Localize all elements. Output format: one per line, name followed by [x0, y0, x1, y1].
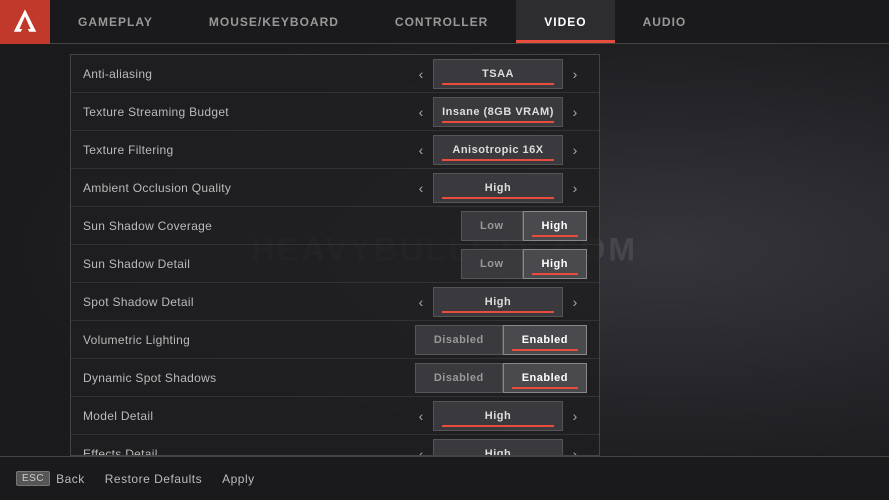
texture-filtering-prev[interactable]: ‹: [409, 135, 433, 165]
apply-label: Apply: [222, 472, 255, 486]
setting-row-effects-detail: Effects Detail ‹ High ›: [71, 435, 599, 456]
ambient-occlusion-label: Ambient Occlusion Quality: [83, 181, 409, 195]
effects-detail-label: Effects Detail: [83, 447, 409, 457]
tab-video[interactable]: VIDEO: [516, 0, 614, 43]
anti-aliasing-label: Anti-aliasing: [83, 67, 409, 81]
dynamic-spot-shadows-enabled[interactable]: Enabled: [503, 363, 587, 393]
texture-streaming-value: Insane (8GB VRAM): [442, 106, 554, 118]
setting-row-texture-filtering: Texture Filtering ‹ Anisotropic 16X ›: [71, 131, 599, 169]
ambient-occlusion-bar: [442, 197, 554, 199]
ambient-occlusion-next[interactable]: ›: [563, 173, 587, 203]
volumetric-lighting-enabled[interactable]: Enabled: [503, 325, 587, 355]
apex-logo-icon: [11, 8, 39, 36]
texture-filtering-control: ‹ Anisotropic 16X ›: [409, 135, 587, 165]
spot-shadow-detail-value: High: [485, 296, 511, 308]
volumetric-lighting-label: Volumetric Lighting: [83, 333, 415, 347]
setting-row-anti-aliasing: Anti-aliasing ‹ TSAA ›: [71, 55, 599, 93]
sun-shadow-coverage-label: Sun Shadow Coverage: [83, 219, 461, 233]
setting-row-ambient-occlusion: Ambient Occlusion Quality ‹ High ›: [71, 169, 599, 207]
sun-shadow-coverage-high[interactable]: High: [523, 211, 587, 241]
model-detail-prev[interactable]: ‹: [409, 401, 433, 431]
anti-aliasing-value: TSAA: [482, 68, 514, 80]
setting-row-model-detail: Model Detail ‹ High ›: [71, 397, 599, 435]
effects-detail-value-box: High: [433, 439, 563, 457]
dynamic-spot-shadows-control: Disabled Enabled: [415, 363, 587, 393]
restore-defaults-label: Restore Defaults: [105, 472, 202, 486]
texture-filtering-label: Texture Filtering: [83, 143, 409, 157]
anti-aliasing-next[interactable]: ›: [563, 59, 587, 89]
dynamic-spot-shadows-label: Dynamic Spot Shadows: [83, 371, 415, 385]
sun-shadow-coverage-low[interactable]: Low: [461, 211, 523, 241]
setting-row-volumetric-lighting: Volumetric Lighting Disabled Enabled: [71, 321, 599, 359]
spot-shadow-detail-next[interactable]: ›: [563, 287, 587, 317]
anti-aliasing-control: ‹ TSAA ›: [409, 59, 587, 89]
ambient-occlusion-control: ‹ High ›: [409, 173, 587, 203]
settings-panel: Anti-aliasing ‹ TSAA › Texture Streaming…: [70, 54, 600, 456]
sun-shadow-detail-high[interactable]: High: [523, 249, 587, 279]
restore-defaults-button[interactable]: Restore Defaults: [105, 472, 202, 486]
apply-button[interactable]: Apply: [222, 472, 255, 486]
texture-filtering-next[interactable]: ›: [563, 135, 587, 165]
texture-filtering-bar: [442, 159, 554, 161]
texture-filtering-value-box: Anisotropic 16X: [433, 135, 563, 165]
nav-tabs: GAMEPLAY MOUSE/KEYBOARD CONTROLLER VIDEO…: [50, 0, 889, 43]
spot-shadow-detail-value-box: High: [433, 287, 563, 317]
ambient-occlusion-prev[interactable]: ‹: [409, 173, 433, 203]
main-content: HEAVYBULLETS.COM Anti-aliasing ‹ TSAA › …: [0, 44, 889, 456]
texture-streaming-prev[interactable]: ‹: [409, 97, 433, 127]
model-detail-control: ‹ High ›: [409, 401, 587, 431]
spot-shadow-detail-label: Spot Shadow Detail: [83, 295, 409, 309]
esc-key-badge: ESC: [16, 471, 50, 486]
back-button[interactable]: ESC Back: [16, 471, 85, 486]
volumetric-lighting-control: Disabled Enabled: [415, 325, 587, 355]
spot-shadow-detail-prev[interactable]: ‹: [409, 287, 433, 317]
tab-controller[interactable]: CONTROLLER: [367, 0, 516, 43]
anti-aliasing-value-box: TSAA: [433, 59, 563, 89]
anti-aliasing-prev[interactable]: ‹: [409, 59, 433, 89]
texture-streaming-label: Texture Streaming Budget: [83, 105, 409, 119]
setting-row-texture-streaming: Texture Streaming Budget ‹ Insane (8GB V…: [71, 93, 599, 131]
effects-detail-value: High: [485, 448, 511, 457]
effects-detail-prev[interactable]: ‹: [409, 439, 433, 457]
back-label: Back: [56, 472, 85, 486]
tab-gameplay[interactable]: GAMEPLAY: [50, 0, 181, 43]
dynamic-spot-shadows-disabled[interactable]: Disabled: [415, 363, 503, 393]
sun-shadow-coverage-control: Low High: [461, 211, 587, 241]
setting-row-spot-shadow-detail: Spot Shadow Detail ‹ High ›: [71, 283, 599, 321]
apex-logo: [0, 0, 50, 44]
effects-detail-next[interactable]: ›: [563, 439, 587, 457]
ambient-occlusion-value-box: High: [433, 173, 563, 203]
model-detail-bar: [442, 425, 554, 427]
texture-streaming-control: ‹ Insane (8GB VRAM) ›: [409, 97, 587, 127]
setting-row-sun-shadow-coverage: Sun Shadow Coverage Low High: [71, 207, 599, 245]
model-detail-next[interactable]: ›: [563, 401, 587, 431]
model-detail-value: High: [485, 410, 511, 422]
anti-aliasing-bar: [442, 83, 554, 85]
texture-streaming-next[interactable]: ›: [563, 97, 587, 127]
sun-shadow-detail-low[interactable]: Low: [461, 249, 523, 279]
spot-shadow-detail-bar: [442, 311, 554, 313]
setting-row-sun-shadow-detail: Sun Shadow Detail Low High: [71, 245, 599, 283]
volumetric-lighting-disabled[interactable]: Disabled: [415, 325, 503, 355]
top-navigation: GAMEPLAY MOUSE/KEYBOARD CONTROLLER VIDEO…: [0, 0, 889, 44]
spot-shadow-detail-control: ‹ High ›: [409, 287, 587, 317]
setting-row-dynamic-spot-shadows: Dynamic Spot Shadows Disabled Enabled: [71, 359, 599, 397]
bottom-bar: ESC Back Restore Defaults Apply: [0, 456, 889, 500]
tab-audio[interactable]: AUDIO: [615, 0, 715, 43]
model-detail-value-box: High: [433, 401, 563, 431]
model-detail-label: Model Detail: [83, 409, 409, 423]
ambient-occlusion-value: High: [485, 182, 511, 194]
sun-shadow-detail-control: Low High: [461, 249, 587, 279]
effects-detail-control: ‹ High ›: [409, 439, 587, 457]
texture-streaming-value-box: Insane (8GB VRAM): [433, 97, 563, 127]
texture-streaming-bar: [442, 121, 554, 123]
tab-mouse-keyboard[interactable]: MOUSE/KEYBOARD: [181, 0, 367, 43]
sun-shadow-detail-label: Sun Shadow Detail: [83, 257, 461, 271]
texture-filtering-value: Anisotropic 16X: [452, 144, 543, 156]
